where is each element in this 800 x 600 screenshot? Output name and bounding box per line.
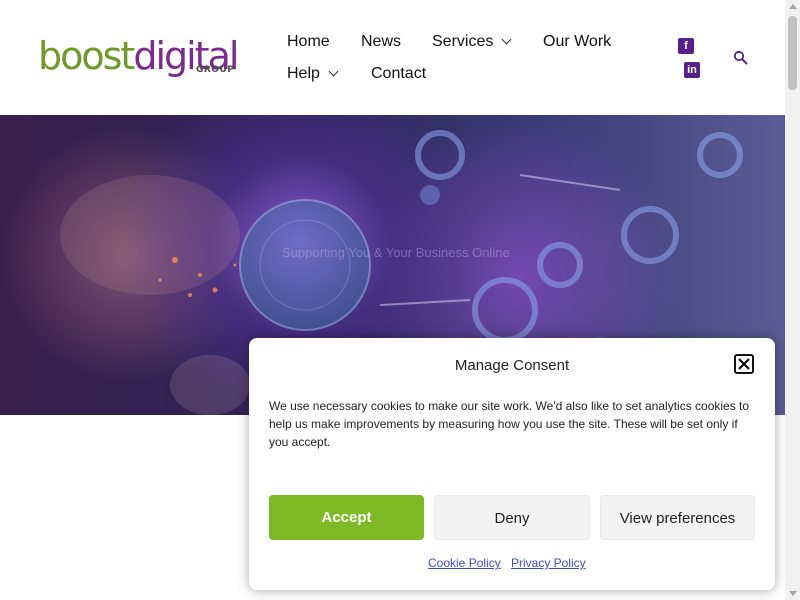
- consent-dialog: Manage Consent We use necessary cookies …: [249, 338, 775, 590]
- nav-contact[interactable]: Contact: [371, 65, 426, 83]
- scroll-up-icon[interactable]: [789, 4, 797, 9]
- facebook-icon[interactable]: f: [678, 38, 694, 54]
- site-logo[interactable]: boostdigital GROUP: [38, 34, 239, 82]
- close-icon: [738, 358, 750, 370]
- linkedin-icon[interactable]: in: [684, 62, 700, 78]
- page-scrollbar[interactable]: [785, 0, 800, 600]
- scrollbar-thumb[interactable]: [788, 16, 797, 90]
- deny-button[interactable]: Deny: [434, 495, 590, 540]
- chevron-down-icon: [328, 66, 339, 77]
- view-preferences-button[interactable]: View preferences: [600, 495, 755, 540]
- cookie-policy-link[interactable]: Cookie Policy: [428, 556, 501, 570]
- logo-subtitle: GROUP: [196, 65, 235, 75]
- nav-our-work[interactable]: Our Work: [543, 33, 611, 51]
- consent-message: We use necessary cookies to make our sit…: [269, 399, 750, 449]
- nav-news[interactable]: News: [361, 33, 401, 51]
- hero-tagline: Supporting You & Your Business Online: [282, 245, 510, 260]
- scroll-down-icon[interactable]: [789, 591, 797, 596]
- site-header: boostdigital GROUP Home News Services Ou…: [0, 0, 785, 115]
- search-icon[interactable]: [733, 50, 749, 66]
- close-button[interactable]: [734, 354, 754, 374]
- chevron-down-icon: [501, 34, 512, 45]
- nav-home[interactable]: Home: [287, 33, 330, 51]
- nav-help[interactable]: Help: [287, 65, 339, 83]
- accept-button[interactable]: Accept: [269, 495, 424, 540]
- consent-title: Manage Consent: [454, 357, 570, 374]
- nav-services[interactable]: Services: [432, 33, 512, 51]
- privacy-policy-link[interactable]: Privacy Policy: [511, 556, 586, 570]
